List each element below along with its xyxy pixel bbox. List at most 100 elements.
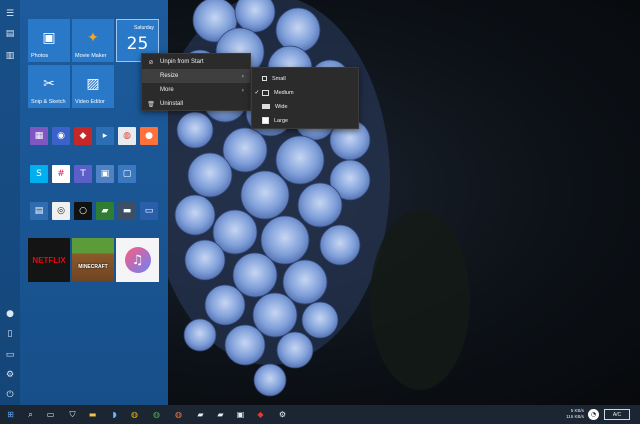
- chrome-tile[interactable]: ◍: [116, 125, 138, 147]
- network-speed: 5 KB/s 116 KB/s: [562, 408, 584, 420]
- resize-submenu: Small ✓ Medium Wide Large: [251, 67, 359, 129]
- app-c3-icon: ○: [74, 202, 92, 220]
- small-label: Small: [272, 75, 286, 82]
- shield-icon[interactable]: ⛉: [66, 408, 79, 421]
- app-tile-2[interactable]: ◉: [50, 125, 72, 147]
- app-tile-c2[interactable]: ◎: [50, 200, 72, 222]
- app-tile-c1[interactable]: ▤: [28, 200, 50, 222]
- app-b4-icon: ▣: [96, 165, 114, 183]
- large-size-icon: [262, 117, 269, 124]
- pictures-icon[interactable]: ▭: [4, 349, 16, 361]
- checkmark-icon: ✓: [254, 89, 260, 96]
- app-tile-b4[interactable]: ▣: [94, 163, 116, 185]
- terminal-icon[interactable]: ▣: [234, 408, 247, 421]
- app-taskbar-2-icon[interactable]: ▰: [194, 408, 207, 421]
- speed-gauge-icon[interactable]: ◔: [588, 409, 599, 420]
- app-c2-icon: ◎: [52, 202, 70, 220]
- chevron-right-icon: ›: [241, 72, 244, 80]
- power-icon[interactable]: ⏻: [4, 389, 16, 401]
- snip-sketch-icon: ✂: [43, 75, 55, 92]
- app-tile-c6[interactable]: ▭: [138, 200, 160, 222]
- slack-tile[interactable]: #: [50, 163, 72, 185]
- settings-icon[interactable]: ⚙: [4, 369, 16, 381]
- app-tile-c5[interactable]: ▬: [116, 200, 138, 222]
- teams-tile[interactable]: T: [72, 163, 94, 185]
- itunes-tile[interactable]: ♫: [116, 238, 159, 282]
- photos-tile-label: Photos: [31, 53, 49, 59]
- ime-indicator[interactable]: A/C: [604, 409, 630, 420]
- resize-item[interactable]: Resize ›: [142, 69, 250, 83]
- photos-icon: ▣: [42, 29, 56, 46]
- wide-label: Wide: [275, 103, 288, 110]
- wide-size-icon: [262, 104, 270, 109]
- trash-icon: 🗑: [147, 100, 155, 108]
- more-label: More: [160, 87, 174, 93]
- windows-start-icon[interactable]: ⊞: [4, 408, 17, 421]
- app-tile-4[interactable]: ▸: [94, 125, 116, 147]
- resize-medium-item[interactable]: ✓ Medium: [252, 86, 358, 99]
- unpin-label: Unpin from Start: [160, 59, 204, 65]
- video-editor-icon: ▨: [86, 75, 100, 92]
- minecraft-tile[interactable]: MINECRAFT: [72, 238, 114, 282]
- app-tile-3[interactable]: ◆: [72, 125, 94, 147]
- photos-tile[interactable]: ▣ Photos: [28, 19, 70, 62]
- uninstall-item[interactable]: 🗑 Uninstall: [142, 97, 250, 111]
- minecraft-logo: MINECRAFT: [78, 264, 108, 270]
- netflix-tile[interactable]: NETFLIX: [28, 238, 70, 282]
- folder-icon[interactable]: ▬: [86, 408, 99, 421]
- app-taskbar-3-icon[interactable]: ▰: [214, 408, 227, 421]
- resize-large-item[interactable]: Large: [252, 114, 358, 127]
- documents-icon[interactable]: ▯: [4, 328, 16, 340]
- list-icon[interactable]: ▥: [4, 50, 16, 62]
- itunes-icon: ♫: [124, 247, 151, 273]
- snip-sketch-tile-label: Snip & Sketch: [31, 99, 66, 105]
- app-taskbar-4-icon[interactable]: ◆: [254, 408, 267, 421]
- gear-icon[interactable]: ⚙: [276, 408, 289, 421]
- search-icon[interactable]: ⌕: [24, 408, 37, 421]
- app-b5-icon: ▢: [118, 165, 136, 183]
- app-taskbar-1-icon[interactable]: ◗: [108, 408, 121, 421]
- app-3-icon: ◆: [74, 127, 92, 145]
- task-view-icon[interactable]: ▭: [44, 408, 57, 421]
- app-tile-b5[interactable]: ▢: [116, 163, 138, 185]
- resize-label: Resize: [160, 73, 179, 79]
- uninstall-label: Uninstall: [160, 101, 184, 107]
- movie-maker-icon: ✦: [87, 29, 99, 46]
- app-tile-c4[interactable]: ▰: [94, 200, 116, 222]
- network-down: 116 KB/s: [566, 414, 584, 419]
- more-item[interactable]: More ›: [142, 83, 250, 97]
- calendar-date: 25: [126, 34, 149, 54]
- skype-tile[interactable]: S: [28, 163, 50, 185]
- hamburger-icon[interactable]: ☰: [4, 8, 16, 20]
- chrome-taskbar-2-icon[interactable]: ◍: [150, 408, 163, 421]
- movie-maker-tile-label: Movie Maker: [75, 53, 107, 59]
- small-size-icon: [262, 76, 267, 81]
- calendar-day: Saturday: [133, 25, 154, 31]
- app-c6-icon: ▭: [140, 202, 158, 220]
- chevron-right-icon: ›: [241, 86, 244, 94]
- app-4-icon: ▸: [96, 127, 114, 145]
- firefox-icon: ●: [140, 127, 158, 145]
- browser-taskbar-icon[interactable]: ◍: [172, 408, 185, 421]
- slack-icon: #: [52, 165, 70, 183]
- app-c4-icon: ▰: [96, 202, 114, 220]
- snip-sketch-tile[interactable]: ✂ Snip & Sketch: [28, 65, 70, 108]
- start-rail: ☰ ▤ ▥ ● ▯ ▭ ⚙ ⏻: [0, 0, 20, 405]
- unpin-icon: ⊘: [148, 58, 154, 66]
- resize-wide-item[interactable]: Wide: [252, 100, 358, 113]
- movie-maker-tile[interactable]: ✦ Movie Maker: [72, 19, 114, 62]
- resize-small-item[interactable]: Small: [252, 72, 358, 85]
- chrome-icon: ◍: [118, 127, 136, 145]
- video-editor-tile-label: Video Editor: [75, 99, 105, 105]
- tile-context-menu: ⊘ Unpin from Start Resize › More › 🗑 Uni…: [141, 53, 251, 111]
- tiles-icon[interactable]: ▤: [4, 28, 16, 40]
- app-2-icon: ◉: [52, 127, 70, 145]
- unpin-from-start-item[interactable]: ⊘ Unpin from Start: [142, 55, 250, 69]
- app-c5-icon: ▬: [118, 202, 136, 220]
- firefox-tile[interactable]: ●: [138, 125, 160, 147]
- app-tile-c3[interactable]: ○: [72, 200, 94, 222]
- chrome-taskbar-icon[interactable]: ◍: [128, 408, 141, 421]
- video-editor-tile[interactable]: ▨ Video Editor: [72, 65, 114, 108]
- app-tile-1[interactable]: ▦: [28, 125, 50, 147]
- user-icon[interactable]: ●: [4, 308, 16, 320]
